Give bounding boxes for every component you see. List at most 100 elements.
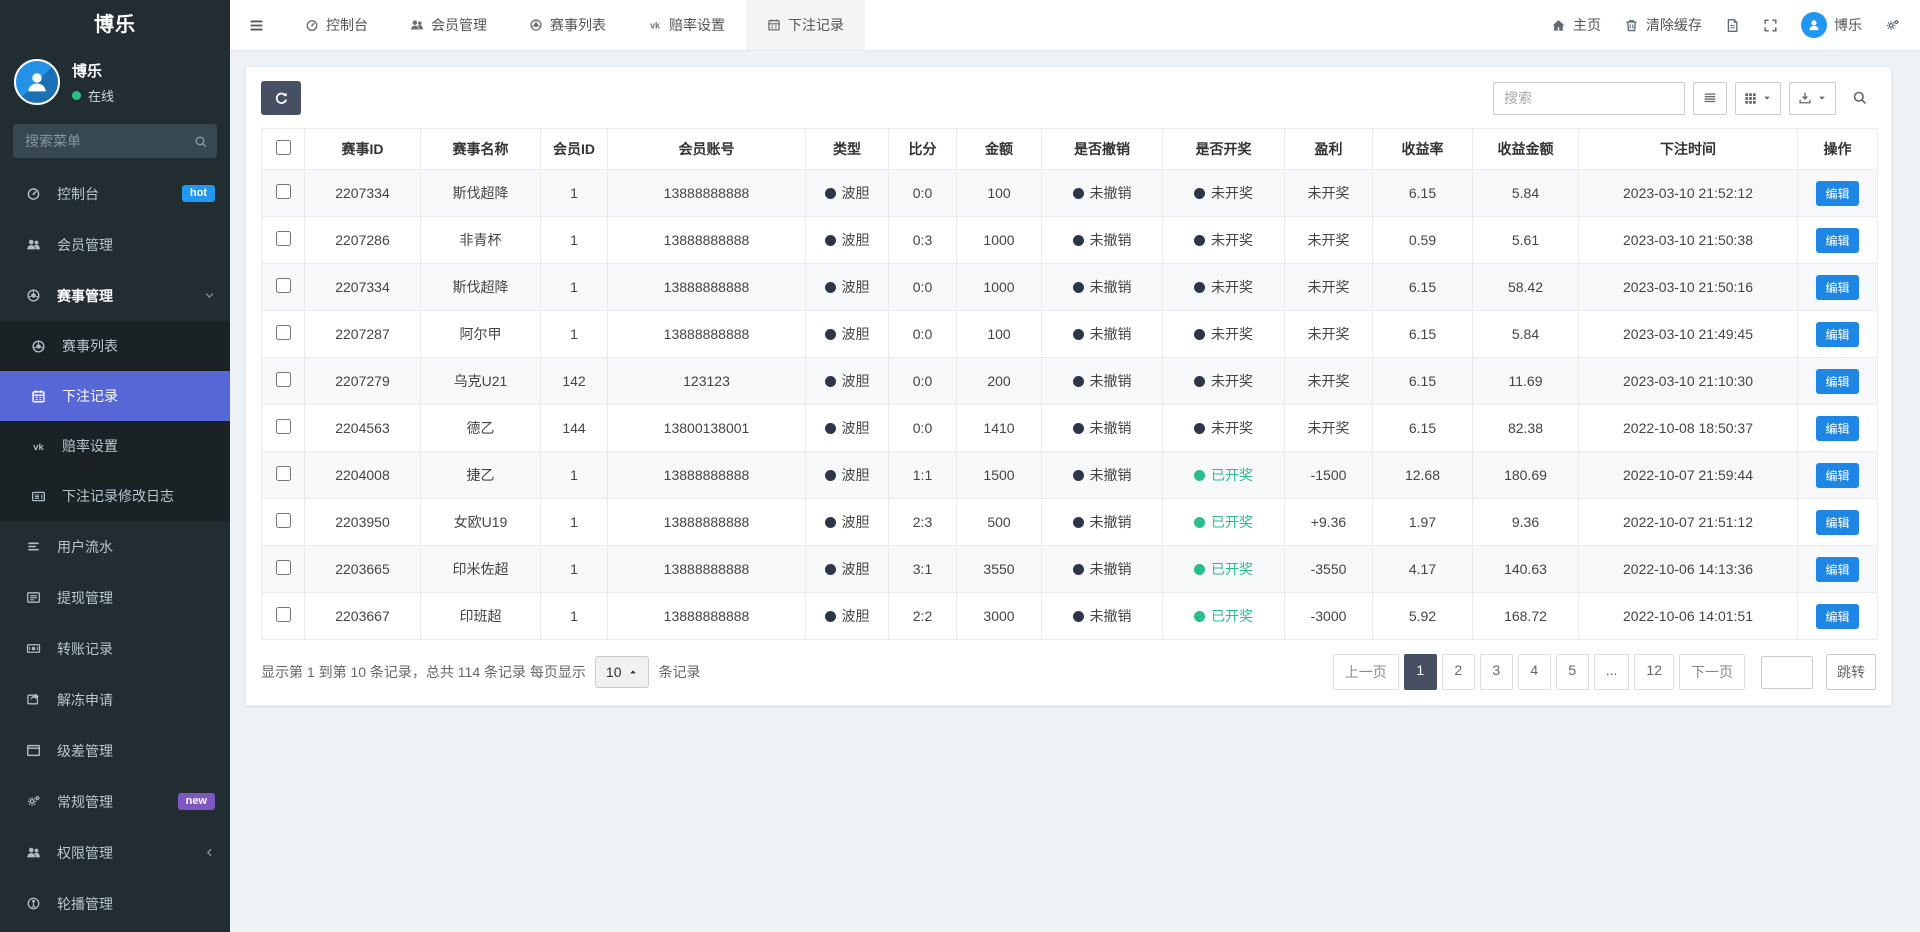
edit-button[interactable]: 编辑 <box>1816 274 1859 300</box>
edit-button[interactable]: 编辑 <box>1816 321 1859 347</box>
sidebar-item-user-flow[interactable]: 用户流水 <box>0 521 230 572</box>
sidebar-item-carousel[interactable]: 轮播管理 <box>0 878 230 929</box>
sidebar-toggle-button[interactable] <box>236 0 276 50</box>
cell-rate: 5.92 <box>1372 592 1473 640</box>
select-all-checkbox[interactable] <box>275 140 291 155</box>
sidebar-item-level-diff[interactable]: 级差管理 <box>0 725 230 776</box>
cell-member-id: 1 <box>540 592 608 640</box>
pagination-info-prefix: 显示第 1 到第 10 条记录，总共 114 条记录 每页显示 <box>261 664 586 680</box>
cell-amount: 500 <box>956 498 1042 546</box>
cell-event-name: 斯伐超降 <box>420 263 541 311</box>
pagination-page-1[interactable]: 1 <box>1403 654 1437 690</box>
sidebar-item-match-list[interactable]: 赛事列表 <box>0 321 230 371</box>
topbar-fullscreen[interactable] <box>1763 18 1778 33</box>
row-checkbox[interactable] <box>275 325 291 340</box>
export-button[interactable] <box>1789 81 1836 115</box>
row-checkbox[interactable] <box>275 560 291 575</box>
edit-button[interactable]: 编辑 <box>1816 556 1859 582</box>
page-size-dropdown[interactable]: 10 <box>594 656 650 688</box>
edit-button[interactable]: 编辑 <box>1816 603 1859 629</box>
cell-income: 5.84 <box>1472 310 1579 358</box>
pagination-page-3[interactable]: 3 <box>1479 654 1513 690</box>
col-member-id[interactable]: 会员ID <box>540 128 608 170</box>
edit-button[interactable]: 编辑 <box>1816 368 1859 394</box>
pagination-page-4[interactable]: 4 <box>1517 654 1551 690</box>
tab-odds-settings[interactable]: 赔率设置 <box>627 0 746 50</box>
sidebar-item-transfers[interactable]: 转账记录 <box>0 623 230 674</box>
row-checkbox[interactable] <box>275 513 291 528</box>
col-type[interactable]: 类型 <box>805 128 889 170</box>
sidebar-item-matches[interactable]: 赛事管理 <box>0 270 230 321</box>
col-score[interactable]: 比分 <box>888 128 957 170</box>
row-checkbox[interactable] <box>275 419 291 434</box>
sidebar-item-permissions[interactable]: 权限管理 <box>0 827 230 878</box>
cell-rate: 6.15 <box>1372 169 1473 217</box>
sidebar-item-bet-records[interactable]: 下注记录 <box>0 371 230 421</box>
row-checkbox[interactable] <box>275 184 291 199</box>
sidebar-item-members[interactable]: 会员管理 <box>0 219 230 270</box>
columns-button[interactable] <box>1735 81 1781 115</box>
sidebar-item-unfreeze-requests[interactable]: 解冻申请 <box>0 674 230 725</box>
toggle-view-button[interactable] <box>1693 81 1727 115</box>
sidebar: 博乐 博乐 在线 控制台 hot 会员管理 <box>0 0 230 932</box>
topbar-home[interactable]: 主页 <box>1551 15 1601 35</box>
col-cancel-status[interactable]: 是否撤销 <box>1041 128 1163 170</box>
topbar-notes[interactable] <box>1725 18 1740 33</box>
advanced-search-button[interactable] <box>1844 82 1876 115</box>
sidebar-item-dashboard[interactable]: 控制台 hot <box>0 168 230 219</box>
pagination-page-12[interactable]: 12 <box>1634 654 1674 690</box>
edit-button[interactable]: 编辑 <box>1816 227 1859 253</box>
pagination-page-...[interactable]: ... <box>1593 654 1630 690</box>
sidebar-item-general[interactable]: 常规管理 new <box>0 776 230 827</box>
pagination-next[interactable]: 下一页 <box>1679 654 1745 690</box>
search-icon <box>1852 90 1868 106</box>
row-checkbox[interactable] <box>275 607 291 622</box>
topbar-user[interactable]: 博乐 <box>1801 12 1862 38</box>
pagination-prev[interactable]: 上一页 <box>1332 654 1399 690</box>
col-account[interactable]: 会员账号 <box>607 128 806 170</box>
edit-button[interactable]: 编辑 <box>1816 509 1859 535</box>
table-search-input[interactable] <box>1493 81 1685 115</box>
cell-cancel-status: 未撤销 <box>1041 498 1163 546</box>
topbar-clear-cache[interactable]: 清除缓存 <box>1624 15 1702 35</box>
jump-page-input[interactable] <box>1761 655 1813 689</box>
cell-rate: 12.68 <box>1372 451 1473 499</box>
tab-match-list[interactable]: 赛事列表 <box>508 0 627 50</box>
row-checkbox[interactable] <box>275 278 291 293</box>
jump-button[interactable]: 跳转 <box>1826 654 1876 690</box>
col-rate[interactable]: 收益率 <box>1372 128 1473 170</box>
edit-button[interactable]: 编辑 <box>1816 415 1859 441</box>
col-profit[interactable]: 盈利 <box>1284 128 1373 170</box>
col-event-id[interactable]: 赛事ID <box>304 128 421 170</box>
edit-button[interactable]: 编辑 <box>1816 180 1859 206</box>
row-checkbox[interactable] <box>275 466 291 481</box>
refresh-button[interactable] <box>261 81 301 115</box>
col-income[interactable]: 收益金额 <box>1472 128 1579 170</box>
row-checkbox[interactable] <box>275 372 291 387</box>
cell-amount: 3550 <box>956 545 1042 593</box>
sidebar-item-label: 赛事列表 <box>62 338 118 354</box>
row-checkbox[interactable] <box>275 231 291 246</box>
col-draw-status[interactable]: 是否开奖 <box>1162 128 1285 170</box>
sidebar-item-odds-settings[interactable]: 赔率设置 <box>0 421 230 471</box>
sidebar-item-withdrawals[interactable]: 提现管理 <box>0 572 230 623</box>
tab-dashboard[interactable]: 控制台 <box>284 0 389 50</box>
cell-draw-status: 未开奖 <box>1162 216 1285 264</box>
tab-bet-records[interactable]: 下注记录 <box>746 0 865 50</box>
tab-members[interactable]: 会员管理 <box>389 0 508 50</box>
pagination-page-5[interactable]: 5 <box>1555 654 1589 690</box>
cell-bet-time: 2022-10-07 21:51:12 <box>1578 498 1798 546</box>
col-amount[interactable]: 金额 <box>956 128 1042 170</box>
cell-income: 11.69 <box>1472 357 1579 405</box>
col-event-name[interactable]: 赛事名称 <box>420 128 541 170</box>
calendar-icon <box>767 18 781 32</box>
sidebar-search-input[interactable] <box>13 124 217 158</box>
cell-score: 0:0 <box>888 169 957 217</box>
cell-action: 编辑 <box>1797 404 1878 452</box>
col-action[interactable]: 操作 <box>1797 128 1878 170</box>
topbar-settings[interactable] <box>1885 18 1900 33</box>
sidebar-item-bet-edit-log[interactable]: 下注记录修改日志 <box>0 471 230 521</box>
col-bet-time[interactable]: 下注时间 <box>1578 128 1798 170</box>
pagination-page-2[interactable]: 2 <box>1441 654 1475 690</box>
edit-button[interactable]: 编辑 <box>1816 462 1859 488</box>
